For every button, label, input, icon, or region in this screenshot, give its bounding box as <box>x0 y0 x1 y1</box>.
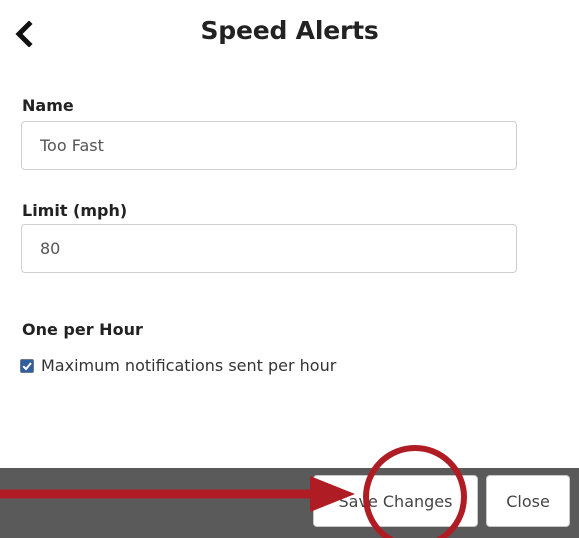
save-changes-button[interactable]: Save Changes <box>313 475 478 527</box>
one-per-hour-checkbox-label: Maximum notifications sent per hour <box>41 356 337 375</box>
limit-input[interactable] <box>21 224 517 273</box>
checkmark-icon <box>22 361 32 370</box>
chevron-left-icon <box>15 21 33 47</box>
header-bar: Speed Alerts <box>0 0 579 70</box>
one-per-hour-label: One per Hour <box>22 320 143 339</box>
back-button[interactable] <box>6 14 42 54</box>
footer-bar: Save Changes Close <box>0 468 579 538</box>
one-per-hour-checkbox[interactable] <box>20 358 34 373</box>
page-title: Speed Alerts <box>200 16 379 45</box>
close-button[interactable]: Close <box>486 475 570 527</box>
name-label: Name <box>22 96 74 115</box>
name-input[interactable] <box>21 121 517 170</box>
one-per-hour-checkbox-row[interactable]: Maximum notifications sent per hour <box>20 356 336 375</box>
limit-label: Limit (mph) <box>22 201 128 220</box>
